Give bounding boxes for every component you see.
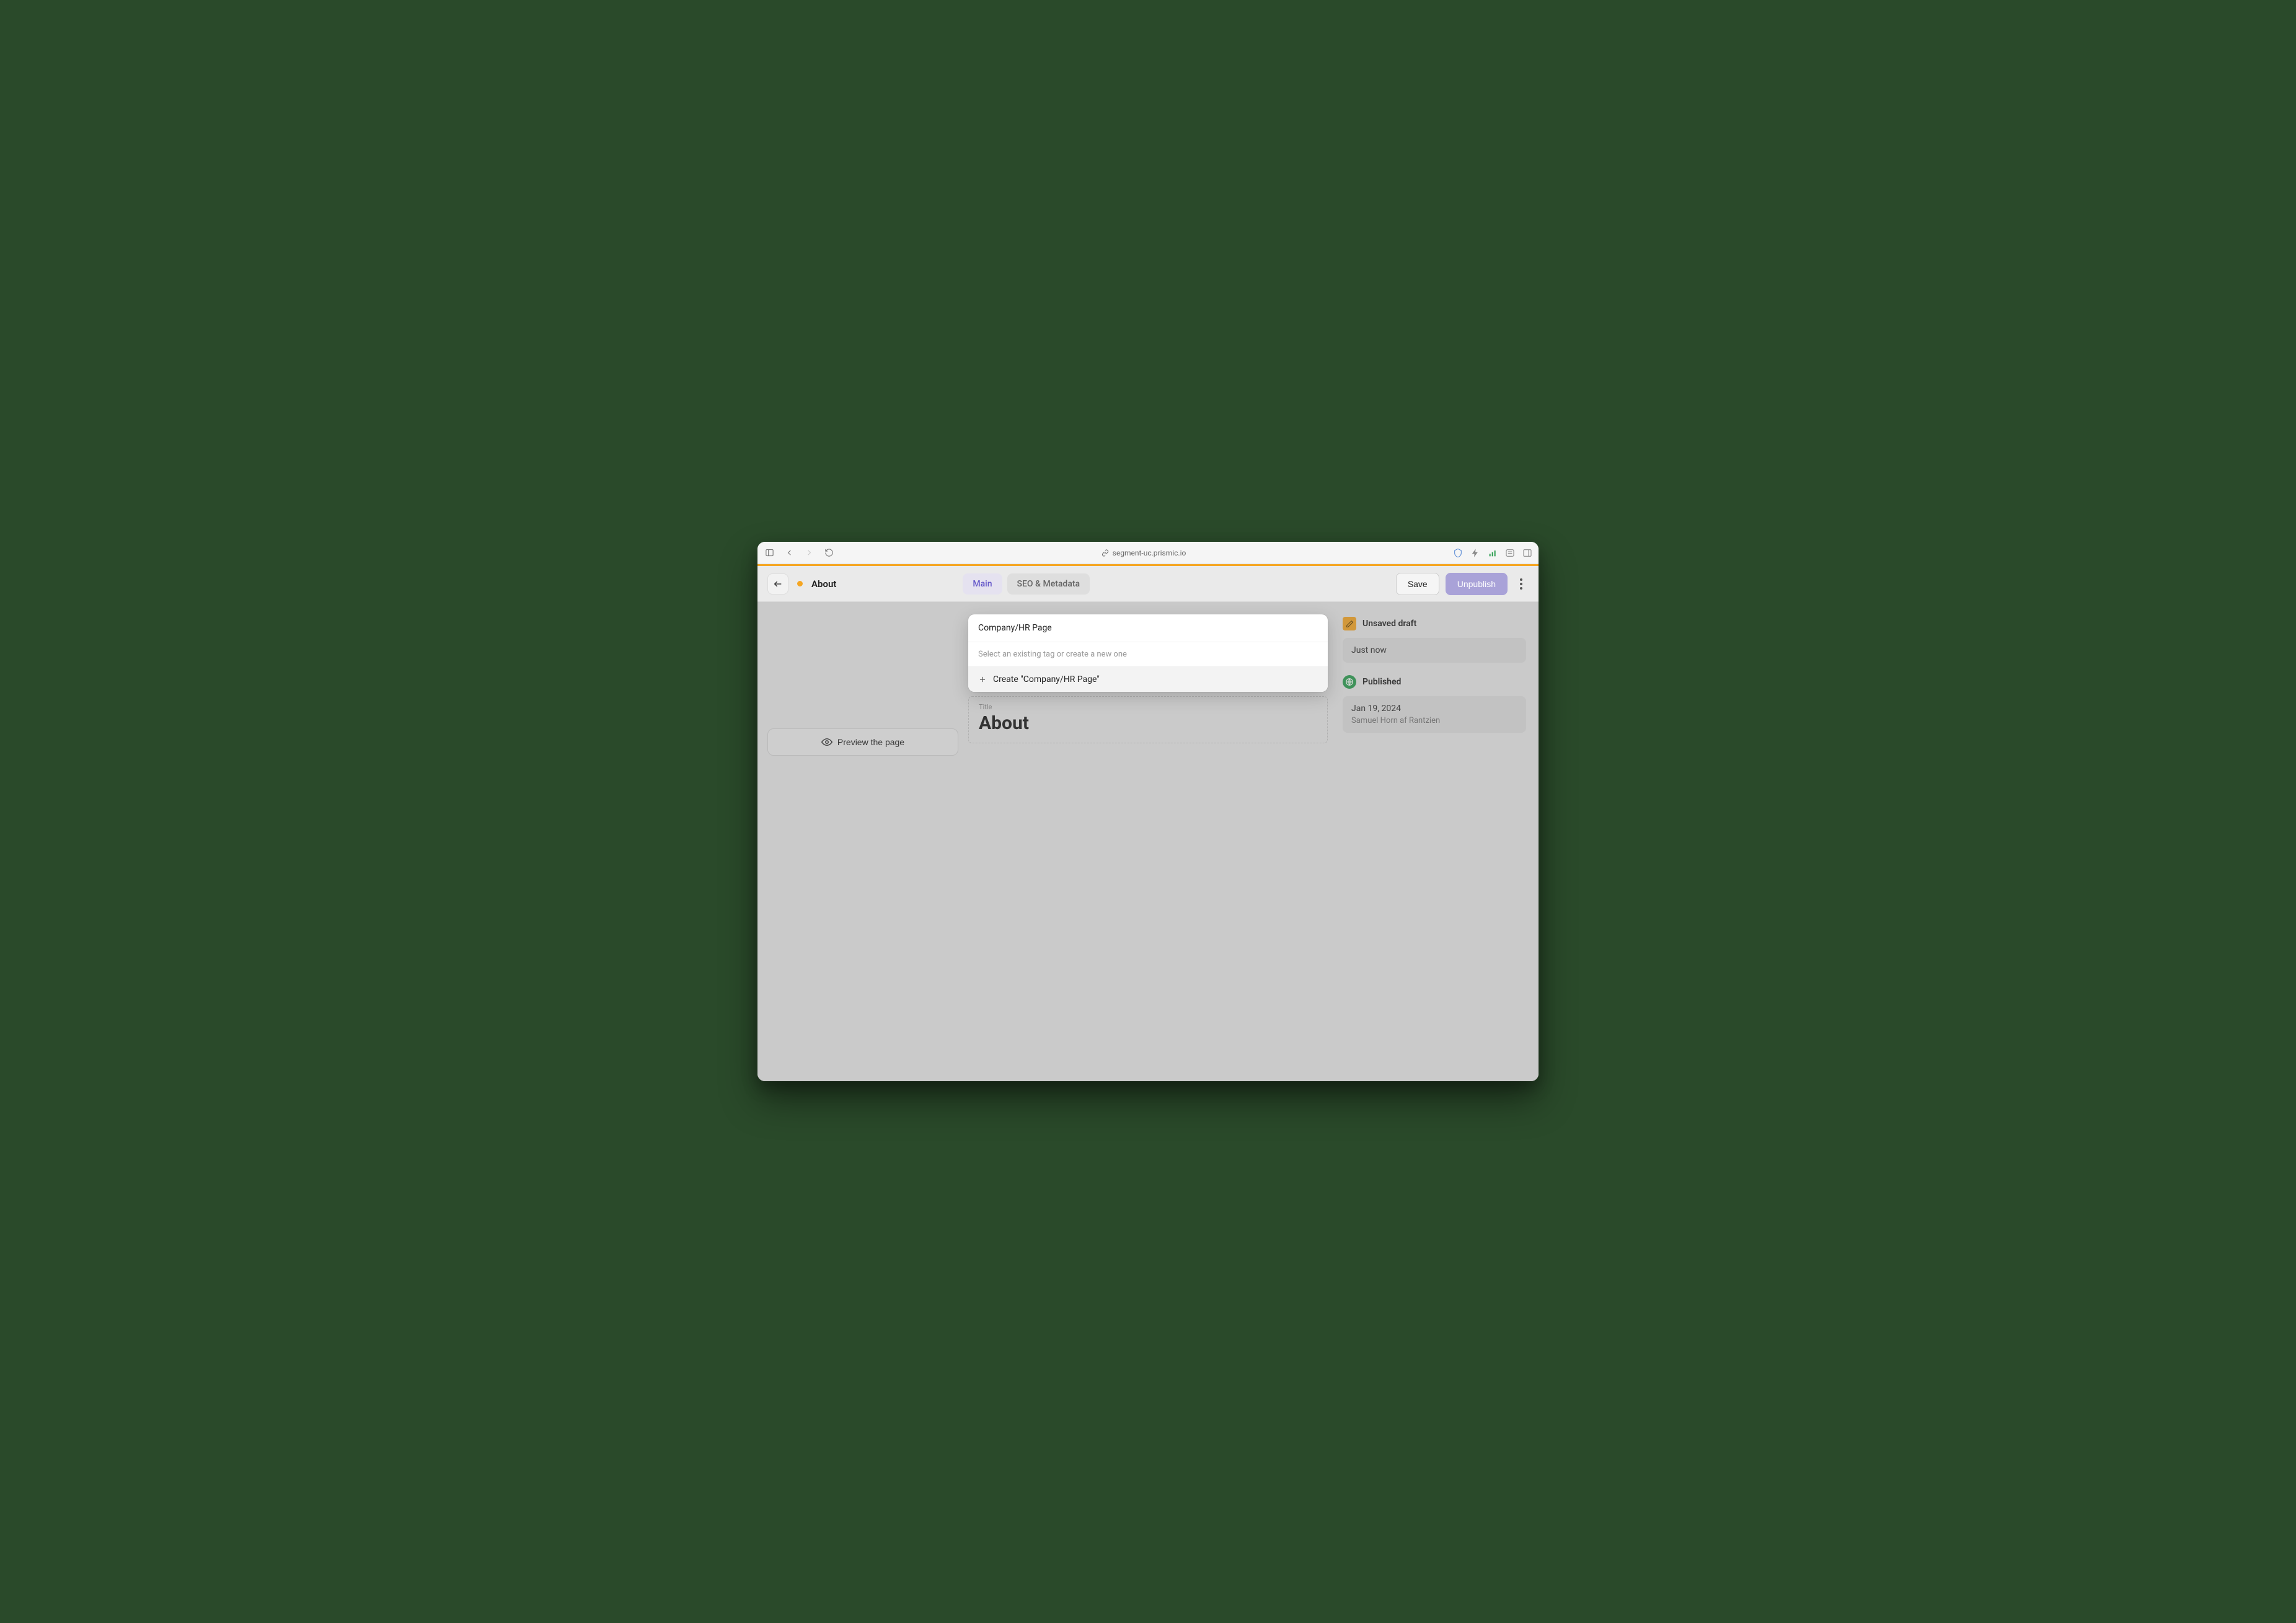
sidebar-toggle-icon[interactable] <box>764 547 775 559</box>
draft-time: Just now <box>1351 645 1517 655</box>
globe-icon <box>1343 675 1356 689</box>
status-dot-icon <box>797 581 803 586</box>
tab-label: Main <box>973 579 992 589</box>
bolt-icon[interactable] <box>1470 548 1480 558</box>
nav-forward-icon <box>803 547 815 559</box>
published-date: Jan 19, 2024 <box>1351 704 1517 714</box>
back-button[interactable] <box>767 573 788 595</box>
shield-icon[interactable] <box>1453 548 1463 558</box>
tag-create-label: Create "Company/HR Page" <box>993 674 1100 684</box>
address-bar[interactable]: segment-uc.prismic.io <box>843 549 1444 557</box>
app-body: Preview the page Title About Company/HR … <box>757 602 1539 1081</box>
tag-dropdown-popup: Company/HR Page Select an existing tag o… <box>968 614 1328 692</box>
panel-right-icon[interactable] <box>1522 548 1532 558</box>
published-author: Samuel Horn af Rantzien <box>1351 716 1517 725</box>
published-card[interactable]: Jan 19, 2024 Samuel Horn af Rantzien <box>1343 696 1526 733</box>
draft-status-row: Unsaved draft <box>1343 617 1526 630</box>
tag-input-value: Company/HR Page <box>978 623 1052 633</box>
bars-icon[interactable] <box>1488 548 1498 558</box>
reload-icon[interactable] <box>823 547 834 559</box>
title-field-value: About <box>979 712 1317 734</box>
left-column: Preview the page <box>757 602 968 1081</box>
title-field[interactable]: Title About <box>968 696 1328 743</box>
nav-back-icon[interactable] <box>784 547 795 559</box>
tab-seo-metadata[interactable]: SEO & Metadata <box>1007 573 1090 595</box>
preview-button-label: Preview the page <box>837 737 904 747</box>
page-title: About <box>811 578 836 590</box>
address-bar-text: segment-uc.prismic.io <box>1113 549 1186 557</box>
pencil-icon <box>1343 617 1356 630</box>
browser-window: segment-uc.prismic.io About <box>757 542 1539 1081</box>
browser-toolbar: segment-uc.prismic.io <box>757 542 1539 564</box>
center-column: Title About Company/HR Page Select an ex… <box>968 602 1328 1081</box>
published-status-row: Published <box>1343 675 1526 689</box>
draft-time-card[interactable]: Just now <box>1343 638 1526 663</box>
eye-icon <box>821 736 832 748</box>
tag-create-option[interactable]: Create "Company/HR Page" <box>968 667 1328 692</box>
draft-status-label: Unsaved draft <box>1362 619 1416 629</box>
more-menu-icon[interactable] <box>1514 575 1529 593</box>
plus-icon <box>978 675 987 684</box>
title-field-label: Title <box>979 703 1317 711</box>
right-sidebar: Unsaved draft Just now Published Jan 19,… <box>1328 602 1539 1081</box>
list-icon[interactable] <box>1505 548 1515 558</box>
tag-hint: Select an existing tag or create a new o… <box>968 642 1328 667</box>
header-tabs: Main SEO & Metadata <box>963 573 1090 595</box>
published-status-label: Published <box>1362 677 1401 687</box>
save-button[interactable]: Save <box>1396 573 1439 595</box>
tab-label: SEO & Metadata <box>1017 579 1080 589</box>
tag-input[interactable]: Company/HR Page <box>968 614 1328 642</box>
app-header: About Main SEO & Metadata Save Unpublish <box>757 566 1539 602</box>
preview-page-button[interactable]: Preview the page <box>767 728 958 756</box>
unpublish-button[interactable]: Unpublish <box>1446 573 1508 595</box>
tab-main[interactable]: Main <box>963 573 1002 595</box>
